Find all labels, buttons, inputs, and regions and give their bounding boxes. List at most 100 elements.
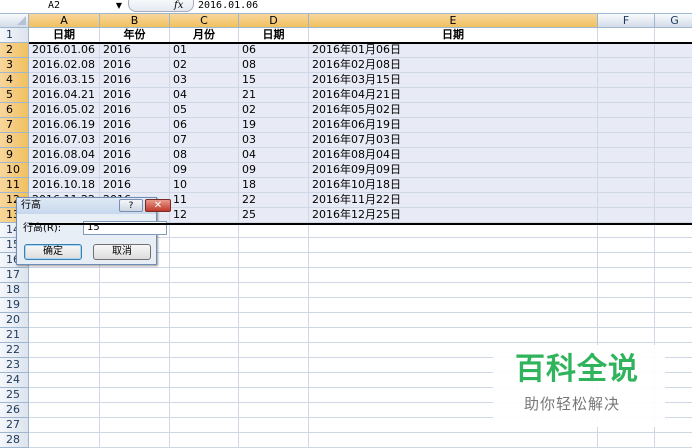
cell[interactable] <box>598 163 655 178</box>
row-header[interactable]: 7 <box>0 118 29 133</box>
cell[interactable] <box>309 238 598 253</box>
cell[interactable] <box>655 253 692 268</box>
cell[interactable]: 2016 <box>100 73 170 88</box>
cell[interactable] <box>29 268 100 283</box>
cell[interactable] <box>239 403 309 418</box>
cell[interactable] <box>655 208 692 223</box>
cell[interactable]: 2016 <box>100 133 170 148</box>
cell[interactable] <box>655 298 692 313</box>
cell[interactable]: 2016 <box>100 163 170 178</box>
row-header[interactable]: 25 <box>0 388 29 403</box>
cell[interactable]: 2016年04月21日 <box>309 88 598 103</box>
cell[interactable] <box>239 313 309 328</box>
cell[interactable] <box>239 433 309 448</box>
cell[interactable]: 2016 <box>100 88 170 103</box>
cell[interactable] <box>239 223 309 238</box>
row-header[interactable]: 4 <box>0 73 29 88</box>
cell[interactable] <box>100 433 170 448</box>
cell[interactable]: 2016年05月02日 <box>309 103 598 118</box>
cell[interactable] <box>239 418 309 433</box>
cell[interactable]: 05 <box>170 103 239 118</box>
cell[interactable] <box>309 223 598 238</box>
row-header[interactable]: 17 <box>0 268 29 283</box>
cell[interactable] <box>655 28 692 43</box>
row-header[interactable]: 9 <box>0 148 29 163</box>
cell[interactable] <box>29 403 100 418</box>
cell[interactable] <box>598 298 655 313</box>
cell[interactable] <box>100 328 170 343</box>
cell[interactable] <box>170 388 239 403</box>
cell[interactable] <box>239 343 309 358</box>
cell[interactable]: 2016 <box>100 103 170 118</box>
cell[interactable] <box>655 328 692 343</box>
cell[interactable] <box>598 223 655 238</box>
insert-function-icon[interactable]: fx <box>174 0 183 12</box>
cancel-button[interactable]: 取消 <box>93 244 151 260</box>
cell[interactable]: 2016年07月03日 <box>309 133 598 148</box>
row-header[interactable]: 18 <box>0 283 29 298</box>
cell[interactable]: 07 <box>170 133 239 148</box>
cell[interactable] <box>239 358 309 373</box>
cell[interactable] <box>170 253 239 268</box>
cell[interactable] <box>598 58 655 73</box>
cell[interactable] <box>655 238 692 253</box>
cell[interactable] <box>655 433 692 448</box>
cell[interactable] <box>29 373 100 388</box>
cell[interactable]: 15 <box>239 73 309 88</box>
row-header[interactable]: 27 <box>0 418 29 433</box>
cell[interactable] <box>309 253 598 268</box>
formula-input[interactable]: 2016.01.06 <box>198 0 258 12</box>
row-height-input[interactable]: 15 <box>83 221 167 235</box>
cell[interactable]: 08 <box>239 58 309 73</box>
chevron-down-icon[interactable]: ▼ <box>114 0 124 12</box>
cell[interactable] <box>598 118 655 133</box>
cell[interactable] <box>655 43 692 58</box>
cell[interactable] <box>170 358 239 373</box>
row-header[interactable]: 20 <box>0 313 29 328</box>
cell[interactable]: 06 <box>170 118 239 133</box>
cell[interactable] <box>100 358 170 373</box>
cell[interactable] <box>29 328 100 343</box>
row-header[interactable]: 2 <box>0 43 29 58</box>
cell[interactable]: 2016年03月15日 <box>309 73 598 88</box>
cell[interactable] <box>655 103 692 118</box>
cell[interactable] <box>598 253 655 268</box>
cell[interactable] <box>100 283 170 298</box>
cell[interactable] <box>655 118 692 133</box>
cell[interactable] <box>309 283 598 298</box>
row-header[interactable]: 21 <box>0 328 29 343</box>
name-box[interactable]: A2 <box>0 0 124 12</box>
cell[interactable] <box>309 313 598 328</box>
row-header[interactable]: 28 <box>0 433 29 448</box>
cell[interactable] <box>598 328 655 343</box>
cell[interactable] <box>239 238 309 253</box>
cell[interactable]: 21 <box>239 88 309 103</box>
cell[interactable] <box>598 268 655 283</box>
cell[interactable]: 日期 <box>309 28 598 43</box>
cell[interactable]: 月份 <box>170 28 239 43</box>
column-header-f[interactable]: F <box>598 14 655 28</box>
column-header-e[interactable]: E <box>309 14 598 28</box>
cell[interactable] <box>100 418 170 433</box>
cell[interactable] <box>655 268 692 283</box>
row-header[interactable]: 19 <box>0 298 29 313</box>
cell[interactable] <box>239 253 309 268</box>
cell[interactable]: 02 <box>170 58 239 73</box>
cell[interactable] <box>239 328 309 343</box>
cell[interactable]: 18 <box>239 178 309 193</box>
cell[interactable] <box>29 418 100 433</box>
cell[interactable]: 2016 <box>100 118 170 133</box>
cell[interactable] <box>598 208 655 223</box>
cell[interactable] <box>309 328 598 343</box>
cell[interactable] <box>239 283 309 298</box>
cell[interactable] <box>29 388 100 403</box>
cell[interactable] <box>100 298 170 313</box>
column-header-a[interactable]: A <box>29 14 100 28</box>
cell[interactable] <box>309 298 598 313</box>
cell[interactable]: 09 <box>239 163 309 178</box>
cell[interactable] <box>655 58 692 73</box>
cell[interactable]: 2016.10.18 <box>29 178 100 193</box>
cell[interactable]: 2016 <box>100 43 170 58</box>
column-header-c[interactable]: C <box>170 14 239 28</box>
cell[interactable]: 2016.08.04 <box>29 148 100 163</box>
